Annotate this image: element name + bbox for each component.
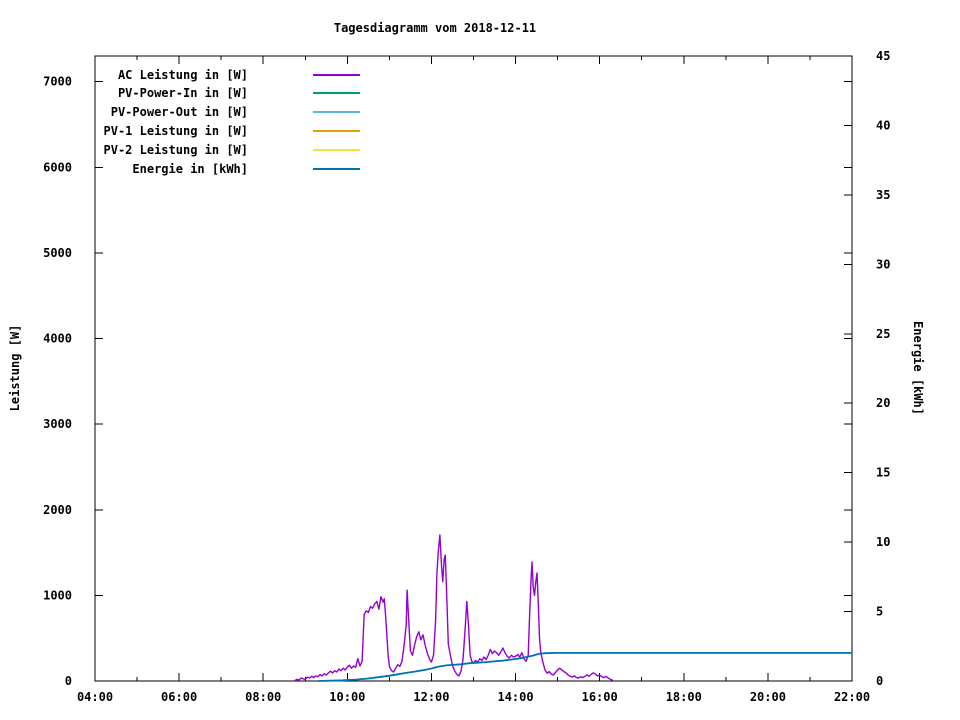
legend-line-sample: [313, 73, 360, 76]
chart-canvas: 04:00 06:00 08:00 10:00 12:00 14:00 16:00 18:00…: [0, 0, 960, 720]
y-right-tick-label: 40: [876, 118, 890, 132]
y-right-tick-label: 25: [876, 327, 890, 341]
y-left-tick-label: 5000: [43, 246, 72, 260]
y-left-tick-label: 1000: [43, 588, 72, 602]
legend-label: PV-Power-In in [W]: [117, 86, 248, 101]
y-left-tick-label: 2000: [43, 503, 72, 517]
series-line-0: [294, 534, 613, 682]
legend-label: Energie in [kWh]: [132, 162, 248, 176]
x-axis-tick-label: 12:00: [413, 690, 449, 704]
y-right-tick-label: 10: [876, 535, 890, 549]
x-axis-tick-label: 08:00: [245, 690, 281, 704]
legend-item: PV-2 Leistung in [W]: [0, 143, 360, 157]
y-left-tick-label: 0: [65, 674, 72, 688]
y-right-tick-label: 45: [876, 49, 890, 63]
legend-item: AC Leistung in [W]: [0, 67, 360, 82]
y-right-tick-label: 5: [876, 605, 883, 619]
y-right-tick-label: 0: [876, 674, 883, 688]
x-axis-tick-label: 16:00: [582, 690, 618, 704]
legend-item: PV-1 Leistung in [W]: [0, 124, 360, 138]
x-axis-tick-label: 10:00: [329, 690, 365, 704]
legend-line-sample: [313, 168, 360, 170]
x-axis-tick-label: 06:00: [161, 690, 197, 704]
y-left-tick-label: 3000: [43, 417, 72, 431]
y2-axis-label: Energie [kWh]: [911, 321, 925, 415]
legend-line-sample: [313, 111, 360, 114]
legend-label: PV-2 Leistung in [W]: [103, 143, 249, 158]
chart-title: Tagesdiagramm vom 2018-12-11: [333, 21, 537, 35]
x-axis-tick-label: 18:00: [666, 690, 702, 704]
legend-line-sample: [313, 149, 360, 152]
x-axis-tick-label: 22:00: [834, 690, 870, 704]
legend-label: PV-1 Leistung in [W]: [103, 124, 249, 139]
legend-item: PV-Power-Out in [W]: [0, 105, 360, 119]
y-axis-label: Leistung [W]: [8, 324, 22, 412]
x-axis-tick-label: 04:00: [77, 690, 113, 704]
legend-line-sample: [313, 92, 360, 95]
legend-line-sample: [313, 130, 360, 133]
y-right-tick-label: 20: [876, 396, 890, 410]
y-right-tick-label: 35: [876, 188, 890, 202]
legend-label: PV-Power-Out in [W]: [110, 105, 248, 120]
y-right-tick-label: 30: [876, 257, 890, 271]
legend-item: PV-Power-In in [W]: [0, 86, 360, 100]
legend-item: Energie in [kWh]: [0, 162, 360, 176]
x-axis-tick-label: 14:00: [497, 690, 533, 704]
y-right-tick-label: 15: [876, 466, 890, 480]
x-axis-tick-label: 20:00: [750, 690, 786, 704]
legend-label: AC Leistung in [W]: [117, 67, 248, 82]
y-left-tick-label: 4000: [43, 332, 72, 346]
